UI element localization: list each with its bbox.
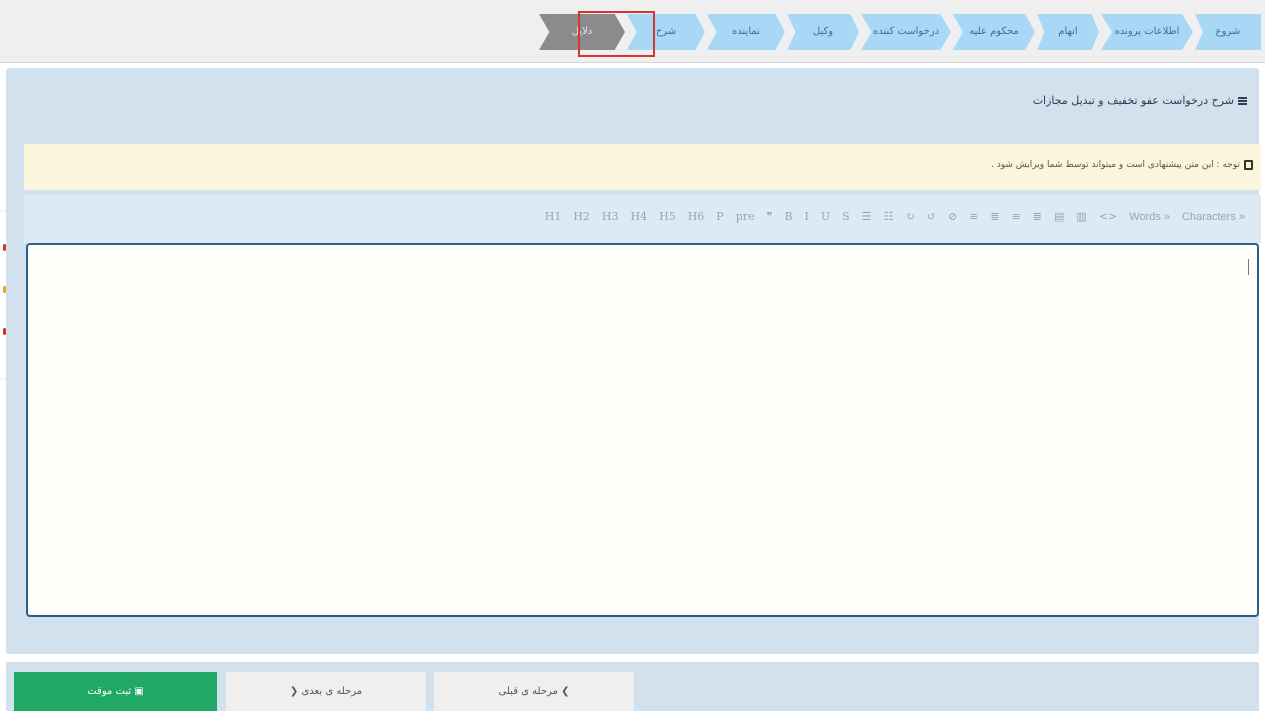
blockquote-button[interactable]: ❞ — [767, 210, 773, 223]
suggestion-note: توجه : این متن پیشنهادی است و میتواند تو… — [24, 144, 1261, 190]
step-charge[interactable]: اتهام — [1037, 14, 1099, 50]
outdent-button[interactable]: ▥ — [1076, 210, 1086, 223]
panel-title: شرح درخواست عفو تخفیف و تبدیل مجازات — [1033, 94, 1247, 107]
paragraph-button[interactable]: P — [716, 210, 723, 223]
h3-button[interactable]: H3 — [602, 210, 619, 223]
panel-title-text: شرح درخواست عفو تخفیف و تبدیل مجازات — [1032, 94, 1234, 107]
step-representative[interactable]: نماینده — [707, 14, 785, 50]
pre-button[interactable]: pre — [736, 210, 755, 223]
footer-bar: ▣ ثبت موقت مرحله ی بعدی ❮ ❯ مرحله ی قبلی — [6, 662, 1259, 711]
step-applicant[interactable]: درخواست کننده — [861, 14, 951, 50]
h5-button[interactable]: H5 — [659, 210, 676, 223]
step-case-info[interactable]: اطلاعات پرونده — [1101, 14, 1193, 50]
next-step-button[interactable]: مرحله ی بعدی ❮ — [226, 672, 426, 711]
indent-button[interactable]: ▤ — [1054, 210, 1064, 223]
wizard-steps-bar: شروع اطلاعات پرونده اتهام محکوم علیه درخ… — [0, 0, 1265, 63]
underline-button[interactable]: U — [821, 210, 830, 223]
align-center-button[interactable]: ≣ — [990, 210, 999, 223]
h6-button[interactable]: H6 — [688, 210, 705, 223]
remove-format-button[interactable]: ⊘ — [948, 210, 957, 223]
h2-button[interactable]: H2 — [573, 210, 590, 223]
h4-button[interactable]: H4 — [631, 210, 648, 223]
bold-button[interactable]: B — [784, 210, 792, 223]
save-draft-button[interactable]: ▣ ثبت موقت — [14, 672, 217, 711]
step-start[interactable]: شروع — [1195, 14, 1261, 50]
description-panel: شرح درخواست عفو تخفیف و تبدیل مجازات توج… — [6, 68, 1261, 654]
text-caret — [1248, 259, 1249, 275]
step-lawyer[interactable]: وکیل — [787, 14, 859, 50]
align-left-button[interactable]: ≡ — [969, 210, 978, 223]
note-text: توجه : این متن پیشنهادی است و میتواند تو… — [991, 160, 1240, 170]
italic-button[interactable]: I — [805, 210, 809, 223]
editor-toolbar: Characters » Words » <> ▥ ▤ ≣ ≡ ≣ ≡ ⊘ ↺ … — [24, 195, 1261, 243]
strikethrough-button[interactable]: S — [842, 210, 850, 223]
step-description[interactable]: شرح — [627, 14, 705, 50]
step-convict[interactable]: محکوم علیه — [953, 14, 1035, 50]
list-icon — [1238, 96, 1247, 105]
align-right-button[interactable]: ≡ — [1012, 210, 1021, 223]
chevron-left-icon: ❮ — [289, 686, 302, 697]
step-reasons: دلایل — [539, 14, 625, 50]
characters-counter[interactable]: Characters » — [1182, 211, 1245, 223]
source-code-button[interactable]: <> — [1099, 210, 1117, 223]
save-icon: ▣ — [131, 686, 144, 697]
words-counter[interactable]: Words » — [1129, 211, 1170, 223]
previous-step-button[interactable]: ❯ مرحله ی قبلی — [434, 672, 634, 711]
redo-button[interactable]: ↻ — [905, 210, 914, 223]
edit-icon — [1244, 160, 1253, 170]
justify-button[interactable]: ≣ — [1033, 210, 1042, 223]
ordered-list-button[interactable]: ☷ — [884, 210, 894, 223]
unordered-list-button[interactable]: ☰ — [862, 210, 872, 223]
undo-button[interactable]: ↺ — [927, 210, 936, 223]
chevron-right-icon: ❯ — [557, 686, 570, 697]
h1-button[interactable]: H1 — [545, 210, 562, 223]
wizard-steps: شروع اطلاعات پرونده اتهام محکوم علیه درخ… — [537, 14, 1261, 50]
description-editor[interactable] — [26, 243, 1259, 617]
